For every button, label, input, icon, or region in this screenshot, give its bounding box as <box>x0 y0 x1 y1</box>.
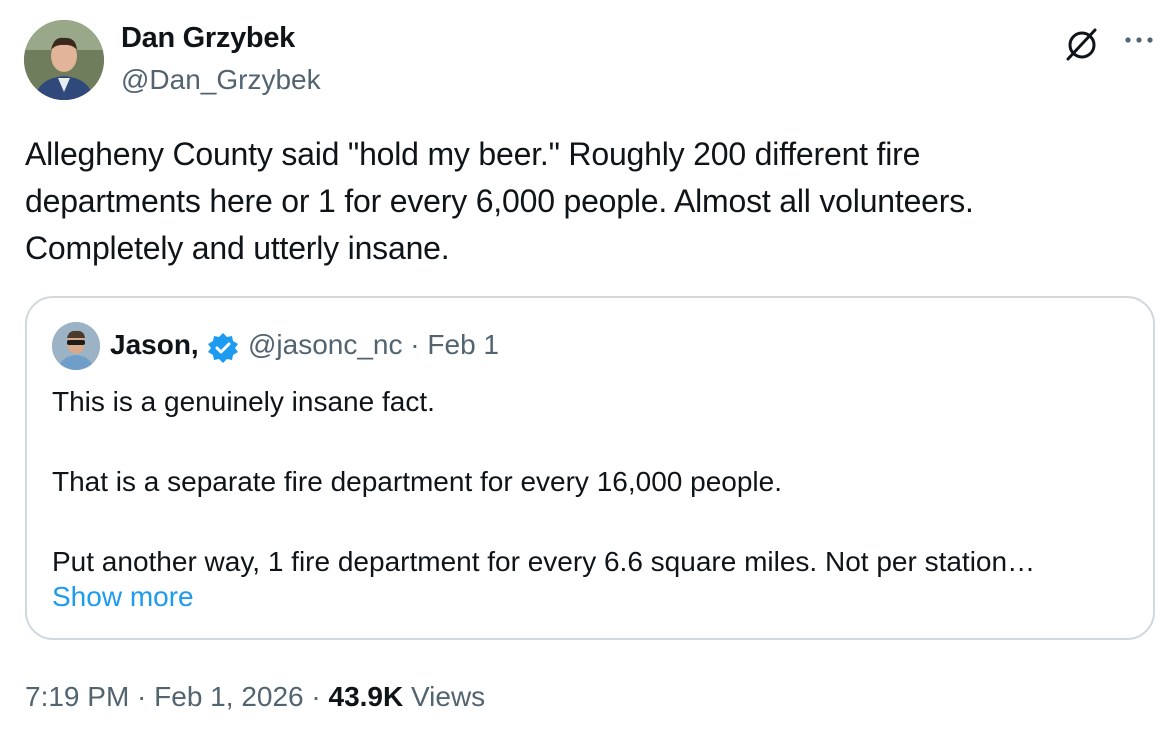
views-label: Views <box>403 681 486 712</box>
quoted-tweet-text: This is a genuinely insane fact. That is… <box>52 386 1036 577</box>
author-name[interactable]: Dan Grzybek <box>121 22 295 55</box>
tweet-timestamp[interactable]: 7:19 PM · Feb 1, 2026 · <box>25 681 329 712</box>
author-avatar[interactable] <box>24 20 104 100</box>
views-count[interactable]: 43.9K <box>329 681 404 712</box>
more-horizontal-icon[interactable] <box>1120 30 1160 50</box>
tweet-text: Allegheny County said "hold my beer." Ro… <box>25 136 974 266</box>
quoted-handle-date[interactable]: @jasonc_nc · Feb 1 <box>248 329 499 361</box>
quoted-tweet-card[interactable]: Jason, @jasonc_nc · Feb 1 This is a genu… <box>25 296 1155 640</box>
grok-icon[interactable] <box>1062 24 1102 64</box>
quoted-author-avatar[interactable] <box>52 322 100 370</box>
show-more-link[interactable]: Show more <box>52 581 194 613</box>
author-handle[interactable]: @Dan_Grzybek <box>121 64 321 96</box>
quoted-author-name[interactable]: Jason, <box>110 329 199 361</box>
verified-badge-icon <box>206 331 240 365</box>
tweet-meta: 7:19 PM · Feb 1, 2026 · 43.9K Views <box>25 681 485 713</box>
